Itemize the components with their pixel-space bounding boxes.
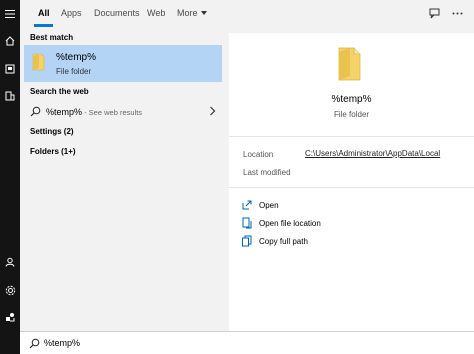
open-file-location-label: Open file location [259, 219, 321, 228]
divider [229, 136, 474, 137]
active-tab-indicator [34, 24, 53, 27]
open-file-location-action[interactable]: Open file location [241, 217, 461, 231]
menu-icon[interactable] [0, 4, 20, 24]
divider [229, 187, 474, 188]
preview-pane: %temp% File folder Location C:\Users\Adm… [229, 33, 474, 331]
tab-more[interactable]: More [177, 8, 207, 18]
search-box[interactable] [20, 331, 474, 354]
tab-more-label: More [177, 8, 198, 18]
tab-all[interactable]: All [38, 8, 50, 18]
tab-bar: All Apps Documents Web More [20, 0, 474, 29]
gear-icon[interactable] [0, 280, 20, 300]
folder-icon [32, 53, 45, 71]
preview-subtitle: File folder [333, 110, 370, 119]
large-folder-icon [338, 47, 361, 81]
last-modified-label: Last modified [243, 168, 291, 177]
search-web-header: Search the web [30, 87, 89, 96]
feedback-icon[interactable] [426, 5, 442, 21]
search-icon [29, 338, 40, 349]
web-result-item[interactable]: %temp% - See web results [24, 102, 222, 122]
open-icon [242, 200, 252, 210]
building-icon[interactable] [0, 86, 20, 106]
best-match-title: %temp% [56, 52, 97, 63]
left-rail [0, 0, 20, 354]
copy-full-path-label: Copy full path [259, 237, 308, 246]
preview-title: %temp% [331, 94, 372, 105]
user-switch-icon[interactable] [0, 307, 20, 327]
file-location-icon [242, 217, 252, 229]
best-match-header: Best match [30, 33, 74, 42]
tab-apps[interactable]: Apps [61, 8, 82, 18]
open-action[interactable]: Open [241, 199, 461, 213]
results-panel: Best match %temp% File folder Search the… [24, 29, 222, 331]
copy-icon [242, 235, 252, 247]
more-options-icon[interactable] [449, 5, 465, 21]
copy-full-path-action[interactable]: Copy full path [241, 235, 461, 249]
home-icon[interactable] [0, 31, 20, 51]
chevron-right-icon[interactable] [209, 106, 216, 116]
search-icon [30, 106, 41, 117]
tab-web[interactable]: Web [147, 8, 165, 18]
user-icon[interactable] [0, 252, 20, 272]
best-match-item[interactable]: %temp% File folder [24, 45, 222, 82]
search-input[interactable] [44, 335, 444, 351]
location-label: Location [243, 150, 274, 159]
settings-group[interactable]: Settings (2) [30, 127, 74, 136]
folders-group[interactable]: Folders (1+) [30, 147, 76, 156]
web-hint: - See web results [82, 108, 143, 117]
web-query: %temp% [46, 107, 83, 117]
location-link[interactable]: C:\Users\Administrator\AppData\Local [305, 149, 440, 158]
best-match-subtitle: File folder [56, 67, 92, 76]
document-icon[interactable] [0, 59, 20, 79]
tab-documents[interactable]: Documents [94, 8, 140, 18]
chevron-down-icon [200, 11, 207, 16]
open-label: Open [259, 201, 279, 210]
